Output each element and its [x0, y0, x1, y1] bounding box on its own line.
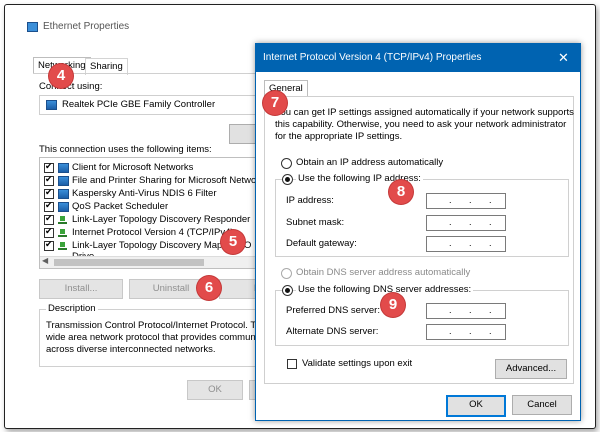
obtain-dns-label[interactable]: Obtain DNS server address automatically: [296, 267, 470, 278]
description-line: across diverse interconnected networks.: [46, 344, 216, 355]
alternate-dns-label: Alternate DNS server:: [286, 326, 379, 337]
ip-dot: .: [449, 195, 452, 205]
ip-dot: .: [489, 238, 492, 248]
step-badge-8: 8: [389, 180, 413, 204]
obtain-ip-label[interactable]: Obtain an IP address automatically: [296, 157, 443, 168]
adapter-name: Realtek PCIe GBE Family Controller: [62, 99, 216, 110]
ipv4-cancel-button[interactable]: Cancel: [512, 395, 572, 415]
screenshot-frame: Ethernet Properties Networking Sharing C…: [4, 4, 596, 429]
step-badge-4: 4: [49, 64, 73, 88]
items-list: Client for Microsoft Networks File and P…: [39, 157, 275, 269]
ipv4-window-title: Internet Protocol Version 4 (TCP/IPv4) P…: [263, 52, 482, 63]
ip-dot: .: [469, 217, 472, 227]
ip-dot: .: [449, 238, 452, 248]
ethernet-ok-button[interactable]: OK: [187, 380, 243, 400]
ip-address-label: IP address:: [286, 195, 334, 206]
list-item[interactable]: Kaspersky Anti-Virus NDIS 6 Filter: [72, 188, 216, 199]
ip-dot: .: [489, 305, 492, 315]
client-icon: [58, 163, 69, 173]
default-gateway-label: Default gateway:: [286, 238, 357, 249]
list-item[interactable]: Internet Protocol Version 4 (TCP/IPv4): [72, 227, 234, 238]
adapter-box: Realtek PCIe GBE Family Controller: [39, 95, 275, 115]
scrollbar-thumb[interactable]: [54, 259, 204, 266]
step-badge-9: 9: [381, 293, 405, 317]
ip-address-input[interactable]: ...: [426, 193, 506, 209]
horizontal-scrollbar[interactable]: ◀: [40, 256, 274, 268]
protocol-icon: [58, 229, 67, 237]
description-line: Transmission Control Protocol/Internet P…: [46, 320, 275, 331]
validate-label[interactable]: Validate settings upon exit: [302, 358, 412, 369]
ethernet-window-icon: [27, 22, 38, 32]
intro-line: for the appropriate IP settings.: [275, 131, 403, 142]
ip-dot: .: [449, 305, 452, 315]
subnet-mask-input[interactable]: ...: [426, 215, 506, 231]
general-panel: You can get IP settings assigned automat…: [264, 96, 574, 384]
ip-dot: .: [469, 195, 472, 205]
scroll-left-arrow-icon[interactable]: ◀: [42, 256, 48, 265]
close-icon[interactable]: ✕: [558, 50, 569, 66]
ipv4-ok-button[interactable]: OK: [446, 395, 506, 417]
sharing-icon: [58, 176, 69, 186]
description-group: Description Transmission Control Protoco…: [39, 303, 275, 367]
ethernet-window-title: Ethernet Properties: [43, 21, 130, 32]
intro-line: this capability. Otherwise, you need to …: [275, 119, 567, 130]
item-checkbox[interactable]: [44, 174, 54, 186]
use-ip-radio[interactable]: [282, 174, 293, 185]
item-checkbox[interactable]: [44, 226, 54, 238]
ip-group: Use the following IP address: IP address…: [275, 173, 569, 257]
ip-dot: .: [489, 195, 492, 205]
validate-checkbox[interactable]: [287, 359, 297, 369]
alternate-dns-input[interactable]: ...: [426, 324, 506, 340]
ip-dot: .: [469, 238, 472, 248]
step-badge-7: 7: [263, 91, 287, 115]
filter-icon: [58, 189, 69, 199]
ip-dot: .: [469, 326, 472, 336]
description-line: wide area network protocol that provides…: [46, 332, 273, 343]
default-gateway-input[interactable]: ...: [426, 236, 506, 252]
scheduler-icon: [58, 202, 69, 212]
subnet-mask-label: Subnet mask:: [286, 217, 345, 228]
protocol-icon: [58, 216, 67, 224]
intro-line: You can get IP settings assigned automat…: [275, 107, 574, 118]
advanced-button[interactable]: Advanced...: [495, 359, 567, 379]
preferred-dns-input[interactable]: ...: [426, 303, 506, 319]
item-checkbox[interactable]: [44, 239, 54, 251]
ip-dot: .: [489, 217, 492, 227]
step-badge-5: 5: [221, 230, 245, 254]
ip-dot: .: [449, 217, 452, 227]
list-item[interactable]: File and Printer Sharing for Microsoft N…: [72, 175, 269, 186]
description-label: Description: [46, 303, 98, 314]
adapter-icon: [46, 100, 57, 110]
use-dns-label[interactable]: Use the following DNS server addresses:: [296, 284, 474, 295]
ip-dot: .: [489, 326, 492, 336]
ipv4-titlebar: Internet Protocol Version 4 (TCP/IPv4) P…: [256, 44, 580, 72]
dns-group: Use the following DNS server addresses: …: [275, 284, 569, 346]
item-checkbox[interactable]: [44, 200, 54, 212]
items-label: This connection uses the following items…: [39, 144, 212, 155]
protocol-icon: [58, 242, 67, 250]
step-badge-6: 6: [197, 276, 221, 300]
obtain-dns-radio[interactable]: [281, 268, 292, 279]
ipv4-properties-window: Internet Protocol Version 4 (TCP/IPv4) P…: [255, 43, 581, 421]
ip-dot: .: [469, 305, 472, 315]
item-checkbox[interactable]: [44, 187, 54, 199]
item-checkbox[interactable]: [44, 161, 54, 173]
list-item[interactable]: QoS Packet Scheduler: [72, 201, 168, 212]
obtain-ip-radio[interactable]: [281, 158, 292, 169]
list-item[interactable]: Link-Layer Topology Discovery Responder: [72, 214, 250, 225]
item-checkbox[interactable]: [44, 213, 54, 225]
use-dns-radio[interactable]: [282, 285, 293, 296]
install-button[interactable]: Install...: [39, 279, 123, 299]
ip-dot: .: [449, 326, 452, 336]
preferred-dns-label: Preferred DNS server:: [286, 305, 380, 316]
list-item[interactable]: Client for Microsoft Networks: [72, 162, 193, 173]
